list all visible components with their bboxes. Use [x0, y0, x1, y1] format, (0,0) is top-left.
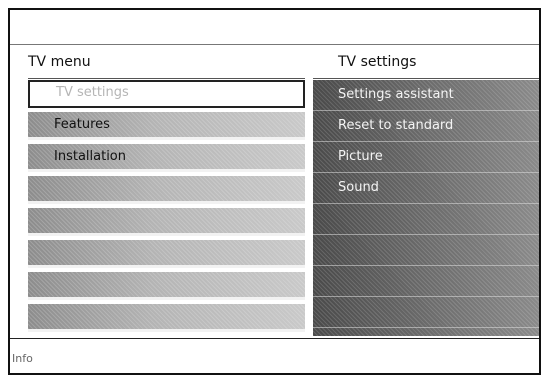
- menu-item-features[interactable]: Features: [28, 112, 305, 140]
- column-gap: [305, 80, 313, 336]
- submenu-item-empty: [313, 204, 539, 235]
- submenu-item-settings-assistant[interactable]: Settings assistant: [313, 80, 539, 111]
- right-panel-title: TV settings: [338, 54, 417, 70]
- left-title-underline: [28, 78, 305, 79]
- menu-item-installation[interactable]: Installation: [28, 144, 305, 172]
- submenu-item-empty: [313, 235, 539, 266]
- left-panel-title: TV menu: [28, 54, 91, 70]
- tv-screen: TV menu TV settings TV settings Features…: [8, 8, 541, 375]
- menu-item-empty: [28, 240, 305, 268]
- right-title-underline: [313, 78, 539, 79]
- submenu-list: Settings assistant Reset to standard Pic…: [313, 80, 539, 336]
- info-divider: [10, 338, 539, 339]
- submenu-item-picture[interactable]: Picture: [313, 142, 539, 173]
- submenu-item-reset-to-standard[interactable]: Reset to standard: [313, 111, 539, 142]
- menu-item-empty: [28, 304, 305, 332]
- submenu-item-empty: [313, 266, 539, 297]
- top-divider: [10, 44, 539, 45]
- menu-item-empty: [28, 176, 305, 204]
- menu-item-tv-settings[interactable]: TV settings: [28, 80, 305, 108]
- submenu-item-empty: [313, 297, 539, 328]
- menu-item-empty: [28, 272, 305, 300]
- info-label: Info: [12, 352, 33, 365]
- menu-item-empty: [28, 208, 305, 236]
- submenu-item-sound[interactable]: Sound: [313, 173, 539, 204]
- main-menu-list: TV settings Features Installation: [28, 80, 305, 336]
